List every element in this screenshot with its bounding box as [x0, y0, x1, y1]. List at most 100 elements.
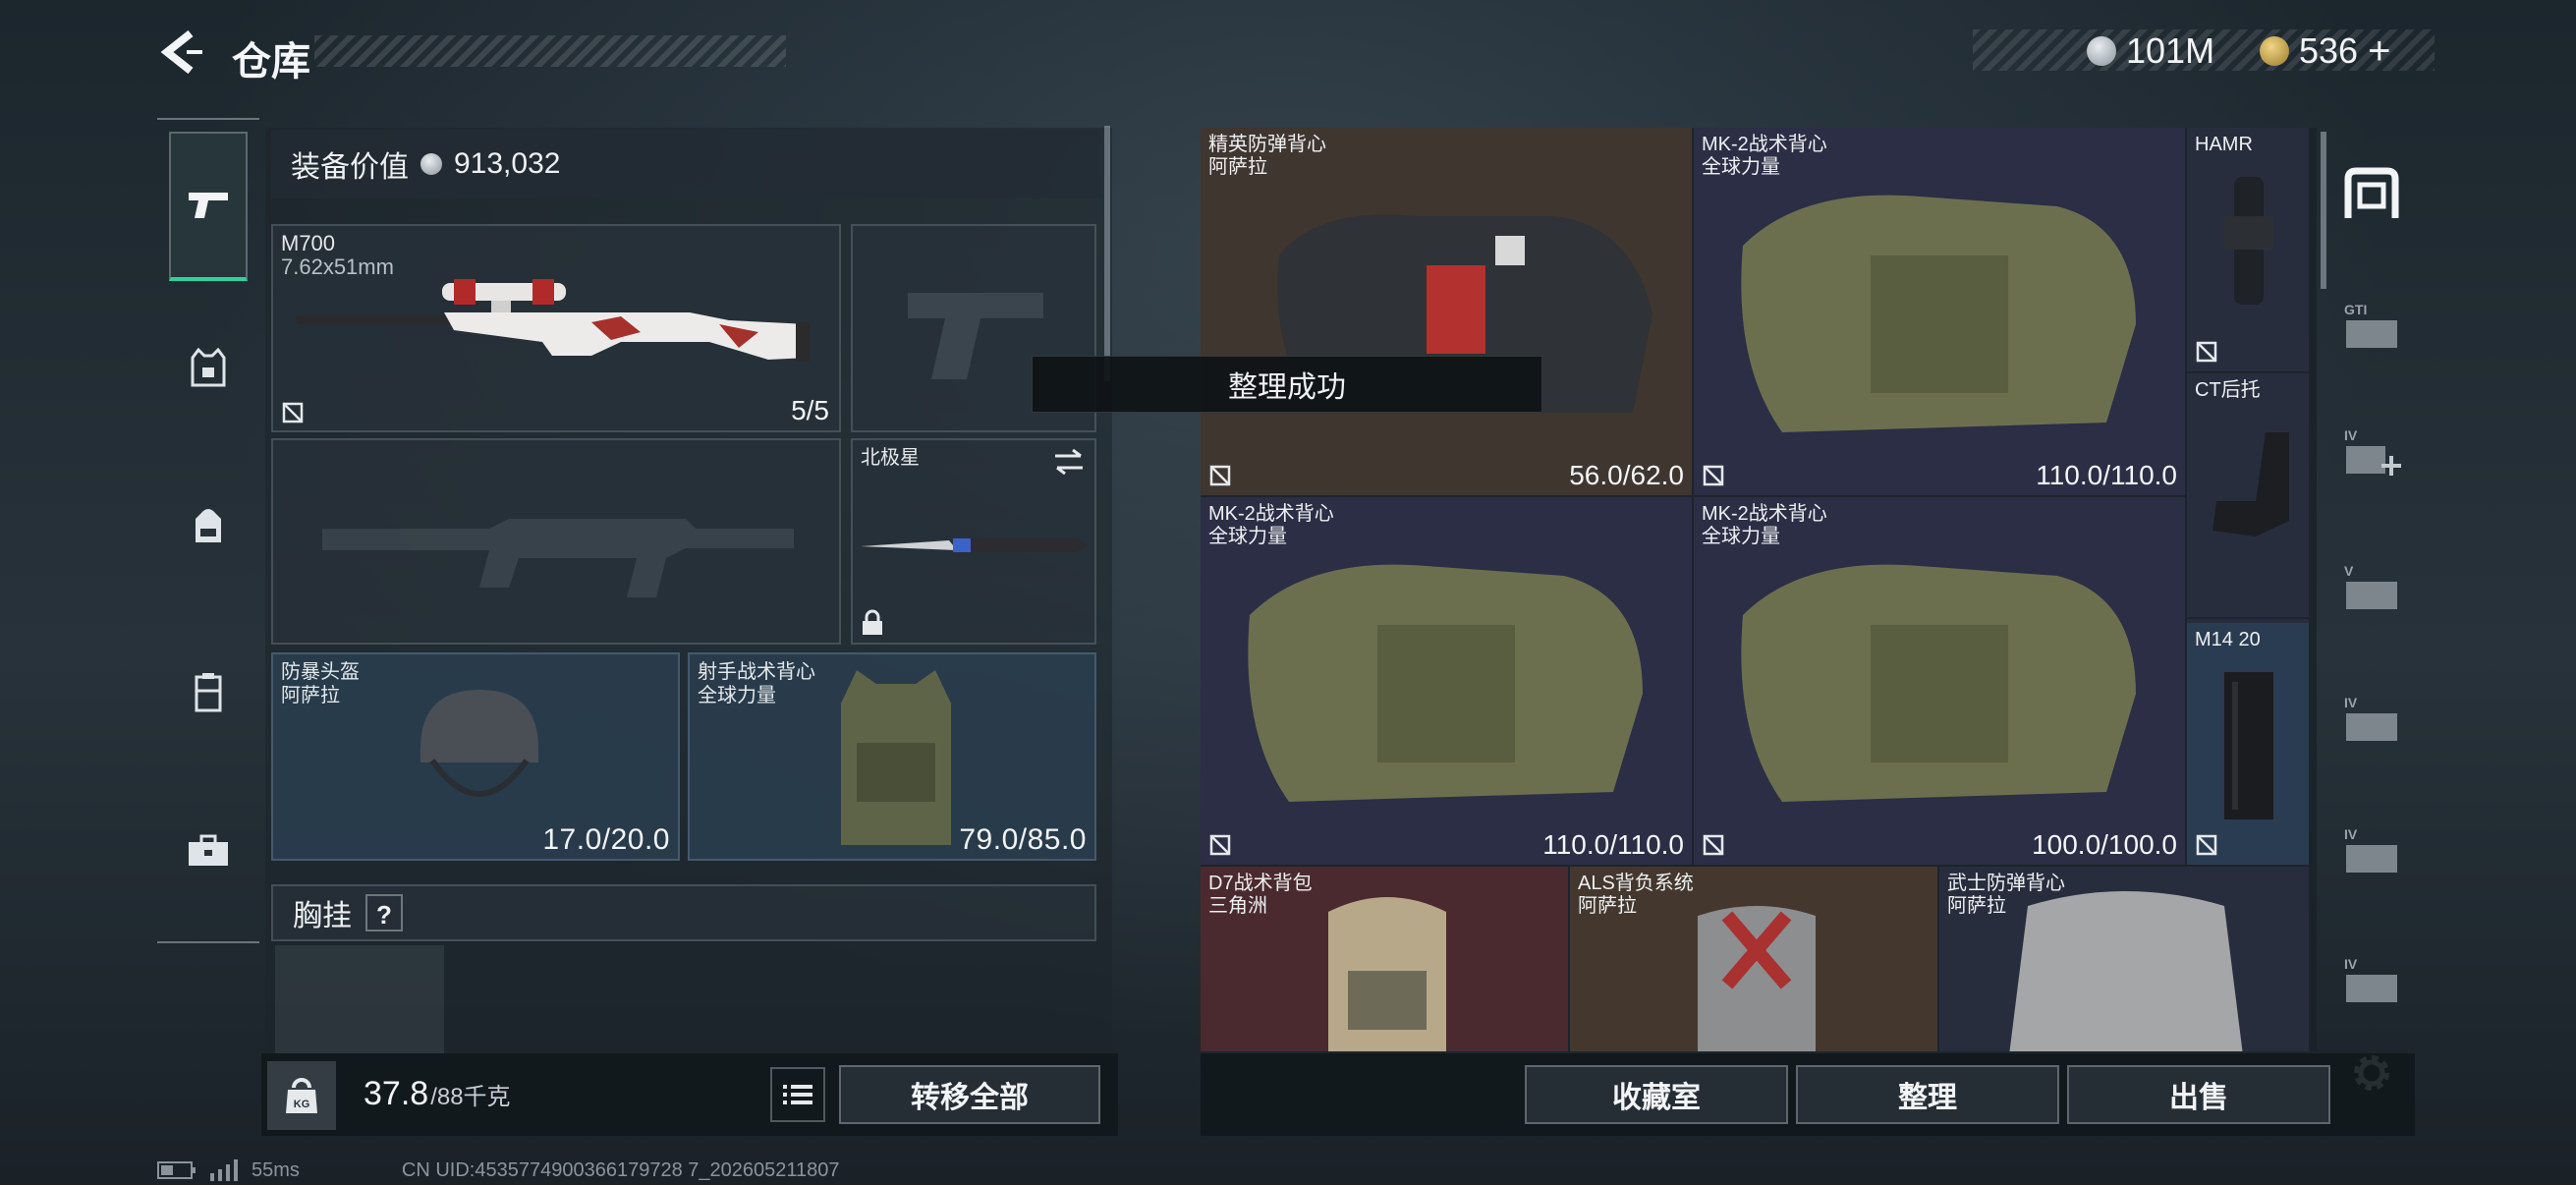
- collection-button[interactable]: 收藏室: [1525, 1065, 1788, 1124]
- kettlebell-icon: KG: [286, 1078, 317, 1113]
- stash-item[interactable]: CT后托: [2187, 373, 2311, 619]
- mk2-vest-icon: [1741, 564, 2136, 802]
- tab-case[interactable]: [169, 812, 248, 890]
- status-bar: 55ms CN UID:4535774900366179728 7_202605…: [157, 1157, 839, 1183]
- stash-item[interactable]: MK-2战术背心 全球力量 110.0/110.0: [1694, 128, 2187, 497]
- stash-item[interactable]: M14 20: [2187, 623, 2311, 867]
- melee-slot[interactable]: 北极星: [851, 438, 1096, 645]
- svg-text:IV: IV: [2344, 427, 2358, 443]
- sort-button[interactable]: 整理: [1796, 1065, 2059, 1124]
- chest-rig-icon: [195, 673, 222, 712]
- sell-button[interactable]: 出售: [2067, 1065, 2330, 1124]
- svg-text:V: V: [2344, 563, 2354, 579]
- svg-text:GTI: GTI: [2344, 302, 2367, 317]
- no-insure-icon: [2196, 341, 2217, 363]
- backpack-icon: [196, 509, 221, 542]
- primary-weapon-slot[interactable]: M700 7.62x51mm 5/5: [271, 224, 841, 432]
- mk2-vest-icon: [1248, 564, 1643, 802]
- armor-slot[interactable]: 射手战术背心 全球力量 79.0/85.0: [688, 652, 1096, 861]
- backpack-icon: [1328, 897, 1446, 1051]
- case-icon: IV: [2344, 956, 2397, 1002]
- stash-tab-v[interactable]: V: [2340, 556, 2403, 619]
- magazine-icon: [2224, 672, 2273, 819]
- no-insure-icon: [1703, 465, 1724, 486]
- stash-scrollbar[interactable]: [2321, 132, 2326, 289]
- stash-tab-gti[interactable]: GTI: [2340, 295, 2403, 358]
- chest-rig-slot[interactable]: 胸挂 ?: [271, 884, 1096, 941]
- backpack-icon: [1698, 906, 1816, 1051]
- coin-balance: 101M: [2087, 29, 2214, 73]
- battery-icon: [157, 1161, 196, 1179]
- no-insure-icon: [1209, 465, 1231, 486]
- tab-armor[interactable]: [169, 328, 248, 407]
- vest-icon: [191, 348, 226, 387]
- no-insure-icon: [282, 402, 304, 423]
- stash-item[interactable]: MK-2战术背心 全球力量 110.0/110.0: [1201, 497, 1694, 867]
- tab-backpack[interactable]: [169, 485, 248, 564]
- svg-text:IV: IV: [2344, 826, 2358, 842]
- toast-message: 整理成功: [1032, 356, 1542, 413]
- case-icon: GTI: [2344, 302, 2397, 348]
- stash-item[interactable]: D7战术背包 三角洲: [1201, 867, 1570, 1051]
- scope-icon: [2224, 177, 2273, 305]
- knife-icon: [861, 538, 1089, 552]
- armor-vest-icon: [2009, 891, 2243, 1051]
- transfer-all-button[interactable]: 转移全部: [839, 1065, 1100, 1124]
- token-balance[interactable]: 536 +: [2260, 29, 2390, 73]
- safe-icon: [2344, 167, 2399, 218]
- svg-text:IV: IV: [2344, 956, 2358, 972]
- swap-icon[interactable]: [1053, 448, 1085, 476]
- header-stripe: [314, 35, 786, 67]
- page-title: 仓库: [232, 40, 310, 84]
- stash-tab-iv-add[interactable]: IV: [2340, 423, 2403, 485]
- svg-text:IV: IV: [2344, 695, 2358, 710]
- case-icon: V: [2344, 563, 2397, 609]
- weight-badge: KG: [267, 1061, 336, 1130]
- weight-readout: 37.8 /88千克: [364, 1075, 511, 1112]
- stock-icon: [2212, 432, 2289, 536]
- pistol-icon: [189, 193, 228, 218]
- stash-grid: 精英防弹背心 阿萨拉 56.0/62.0 MK-2战术背心 全球力量 110.0/1…: [1201, 128, 2317, 1051]
- back-button[interactable]: [157, 28, 204, 77]
- no-insure-icon: [1703, 834, 1724, 856]
- stash-tab-iv-2[interactable]: IV: [2340, 688, 2403, 751]
- no-insure-icon: [2196, 834, 2217, 856]
- case-icon: IV: [2344, 826, 2397, 873]
- mk2-vest-icon: [1741, 195, 2136, 432]
- token-icon: [2260, 36, 2289, 66]
- tab-weapons[interactable]: [169, 132, 248, 281]
- no-insure-icon: [1209, 834, 1231, 856]
- list-icon: [783, 1085, 812, 1104]
- sniper-rifle-icon: [297, 279, 810, 362]
- pistol-silhouette-icon: [908, 293, 1043, 379]
- list-view-button[interactable]: [770, 1067, 825, 1122]
- armor-vest-icon: [841, 670, 951, 845]
- secondary-weapon-slot[interactable]: [271, 438, 841, 645]
- rifle-silhouette-icon: [322, 519, 794, 597]
- helmet-slot[interactable]: 防暴头盔 阿萨拉 17.0/20.0: [271, 652, 680, 861]
- back-arrow-icon: [160, 29, 202, 75]
- stash-tab-iv-4[interactable]: IV: [2340, 949, 2403, 1012]
- tab-chest-rig[interactable]: [169, 652, 248, 731]
- equipment-scrollbar[interactable]: [1104, 126, 1110, 381]
- signal-icon: [210, 1159, 238, 1181]
- coin-icon: [2087, 36, 2116, 66]
- briefcase-icon: [189, 834, 228, 866]
- coin-icon: [420, 153, 442, 175]
- stash-item[interactable]: MK-2战术背心 全球力量 100.0/100.0: [1694, 497, 2187, 867]
- stash-tab-iv-3[interactable]: IV: [2340, 819, 2403, 882]
- stash-item[interactable]: ALS背负系统 阿萨拉: [1570, 867, 1939, 1051]
- stash-item[interactable]: 精英防弹背心 阿萨拉 56.0/62.0: [1201, 128, 1694, 497]
- stash-item[interactable]: 武士防弹背心 阿萨拉: [1939, 867, 2311, 1051]
- stash-item[interactable]: HAMR: [2187, 128, 2311, 373]
- case-icon: IV: [2344, 695, 2397, 741]
- stash-tab-main[interactable]: [2340, 163, 2403, 226]
- equipment-value-bar: 装备价值 913,032: [271, 130, 1100, 198]
- chest-rig-placeholder: [275, 945, 444, 1053]
- add-token-icon[interactable]: +: [2368, 29, 2390, 74]
- svg-text:KG: KG: [294, 1099, 310, 1110]
- help-button[interactable]: ?: [365, 894, 403, 931]
- helmet-icon: [420, 690, 538, 797]
- lock-icon: [863, 609, 882, 635]
- add-stash-icon: IV: [2344, 427, 2401, 476]
